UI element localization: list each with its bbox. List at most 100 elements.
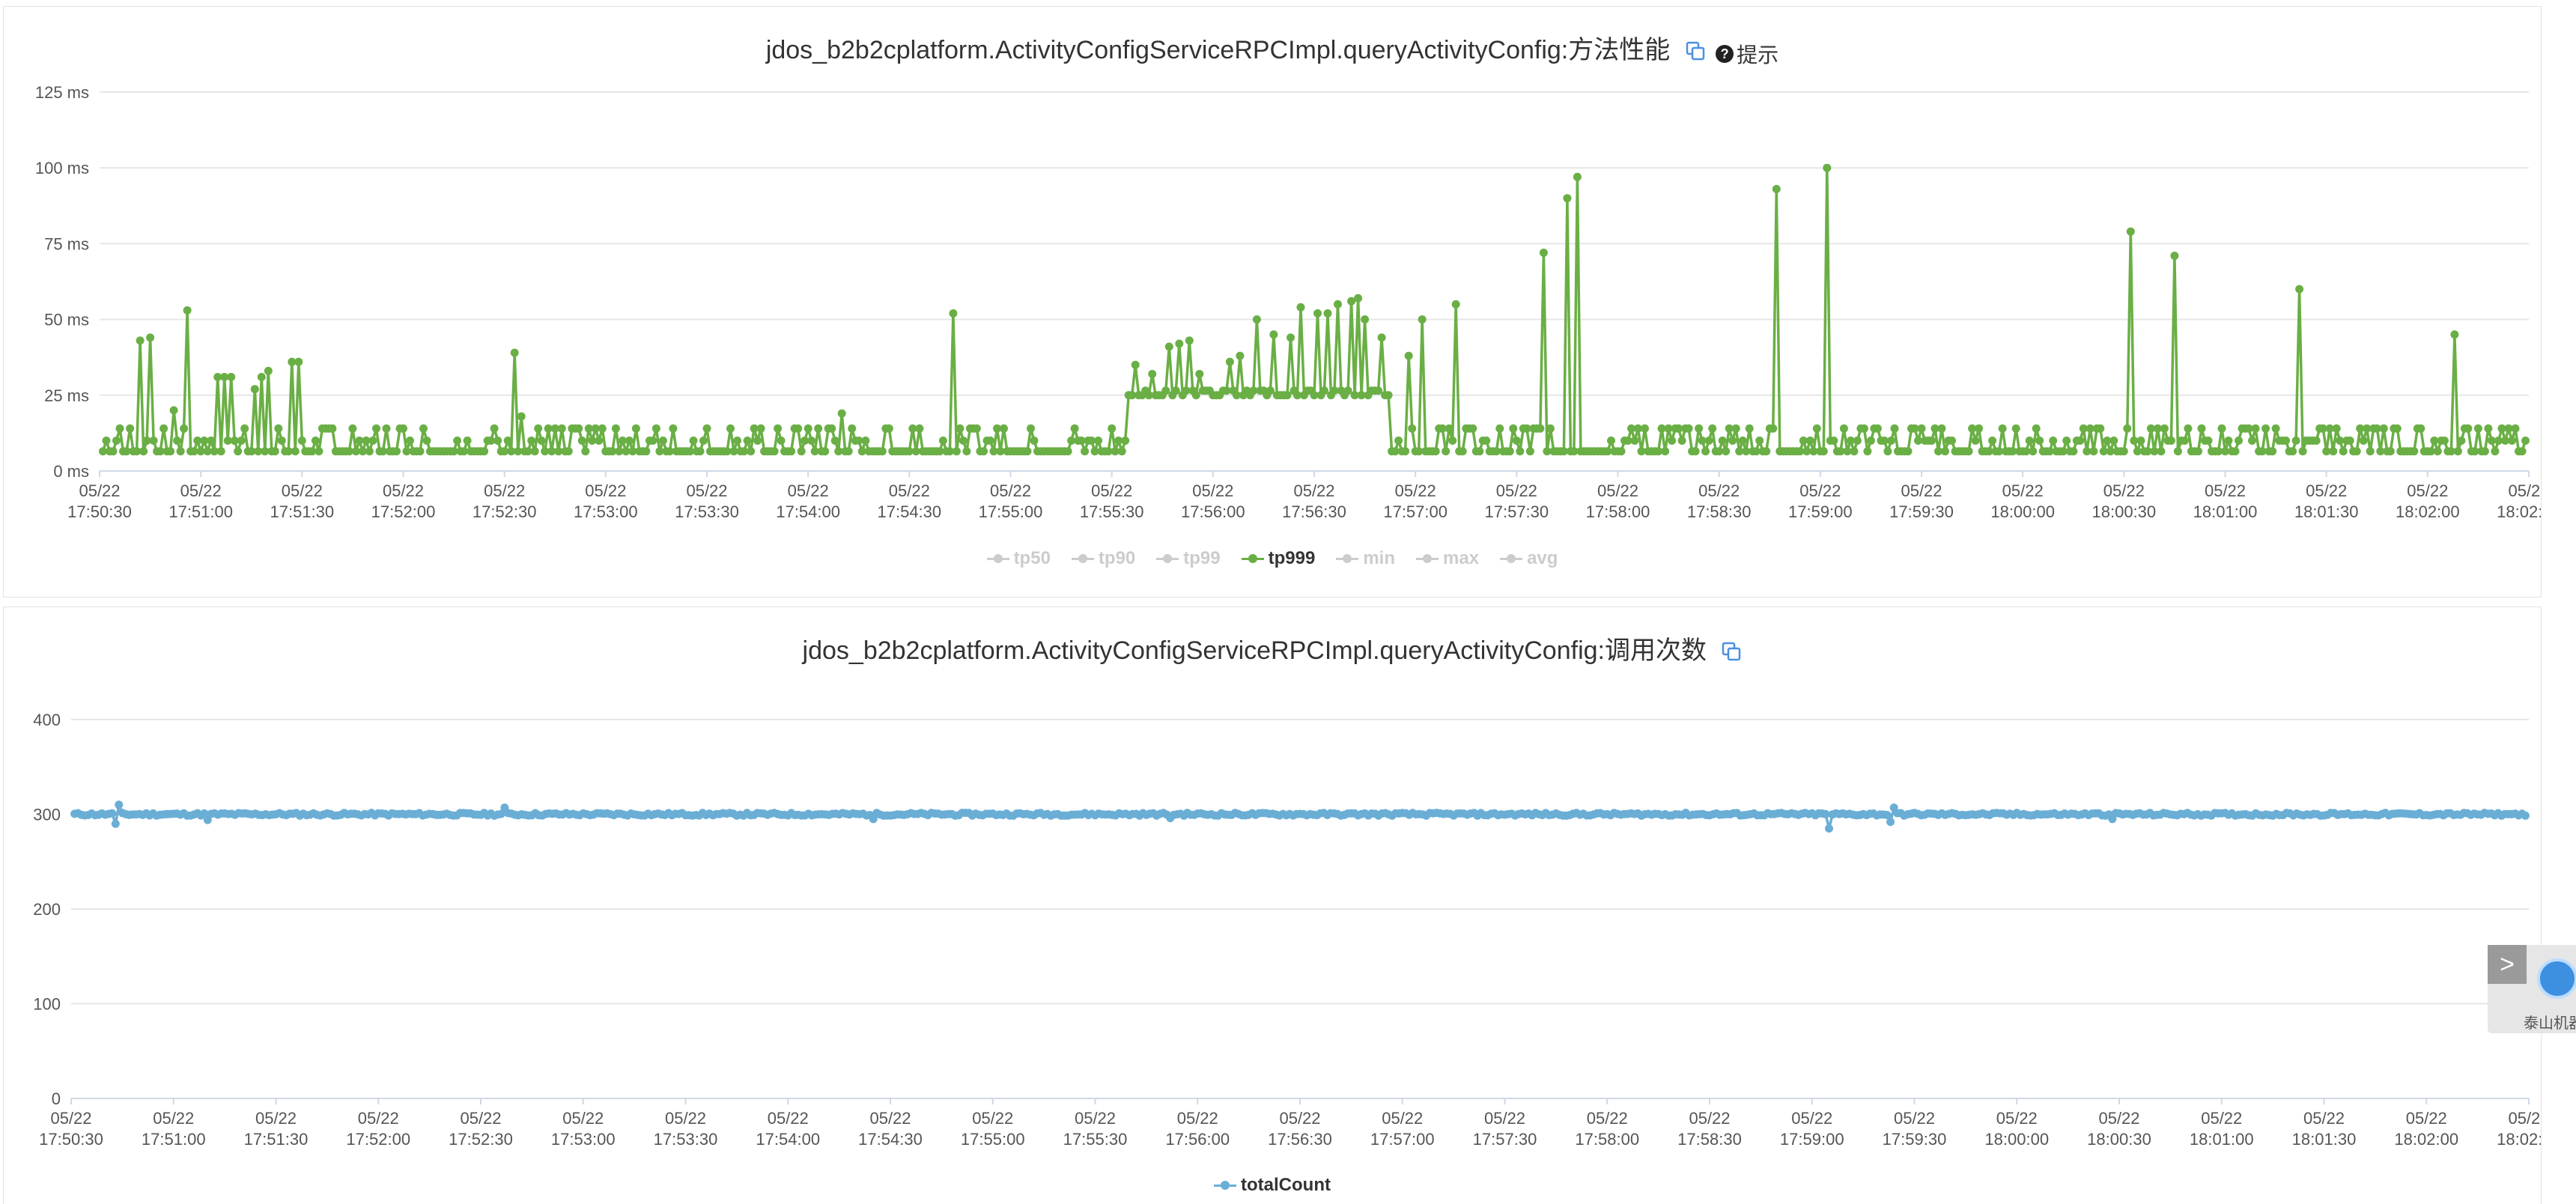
performance-legend: tp50 tp90 tp99 tp999 min max avg	[4, 548, 2541, 569]
legend-label: tp99	[1183, 548, 1221, 568]
data-point	[1252, 315, 1261, 324]
data-point	[315, 447, 323, 456]
data-point	[1937, 424, 1946, 433]
y-tick-label: 100	[33, 995, 61, 1014]
data-point	[382, 424, 391, 433]
data-point	[237, 437, 246, 445]
data-point	[2416, 424, 2425, 433]
legend-marker-icon	[1214, 1180, 1237, 1191]
y-tick-label: 75 ms	[44, 234, 89, 253]
data-point	[264, 366, 273, 375]
data-point	[368, 437, 377, 445]
data-point	[1334, 300, 1342, 308]
data-point	[1401, 447, 1410, 456]
data-point	[878, 447, 887, 456]
legend-item-tp90[interactable]: tp90	[1071, 548, 1135, 569]
x-tick-label: 05/22 17:59:30	[1889, 481, 1954, 521]
data-point	[2386, 447, 2395, 456]
legend-item-min[interactable]: min	[1336, 548, 1395, 569]
data-point	[1641, 424, 1649, 433]
legend-item-tp99[interactable]: tp99	[1156, 548, 1221, 569]
y-tick-label: 125 ms	[35, 83, 89, 102]
data-point	[1287, 333, 1295, 342]
data-point	[884, 424, 893, 433]
data-point	[1964, 447, 1973, 456]
data-point	[1482, 437, 1491, 445]
data-point	[1451, 300, 1460, 308]
expand-arrow-icon[interactable]: >	[2488, 945, 2527, 984]
data-point	[1661, 447, 1670, 456]
data-point	[959, 437, 967, 445]
legend-item-tp999[interactable]: tp999	[1241, 548, 1316, 569]
data-point	[2062, 437, 2071, 445]
x-tick-label: 05/22 18:00:30	[2087, 1109, 2151, 1149]
data-point	[183, 306, 192, 314]
data-point	[1448, 437, 1457, 445]
x-tick-label: 05/22 18:00:00	[1990, 481, 2055, 521]
call-count-legend: totalCount	[4, 1175, 2541, 1196]
data-point	[1505, 447, 1514, 456]
data-point	[2011, 424, 2020, 433]
data-point	[1164, 342, 1173, 351]
data-point	[294, 357, 303, 366]
data-point	[1269, 330, 1278, 339]
x-tick-label: 05/22 18:01:00	[2190, 1109, 2254, 1149]
data-point	[1121, 437, 1130, 445]
data-point	[136, 336, 145, 345]
data-point	[2345, 437, 2354, 445]
data-point	[1070, 424, 1079, 433]
data-point	[2217, 424, 2226, 433]
legend-item-tp50[interactable]: tp50	[986, 548, 1051, 569]
data-point	[733, 437, 742, 445]
data-point	[463, 437, 472, 445]
data-point	[797, 447, 806, 456]
data-point	[2069, 447, 2078, 456]
data-point	[770, 447, 779, 456]
data-point	[2231, 447, 2240, 456]
robot-avatar-icon[interactable]	[2537, 958, 2576, 999]
data-point	[1668, 437, 1677, 445]
data-point	[564, 447, 573, 456]
data-point	[1266, 386, 1275, 395]
data-point	[574, 424, 583, 433]
data-point	[2184, 424, 2193, 433]
legend-item-avg[interactable]: avg	[1500, 548, 1558, 569]
data-point	[1731, 424, 1740, 433]
data-point	[2136, 437, 2145, 445]
data-point	[2332, 424, 2341, 433]
data-point	[149, 437, 158, 445]
legend-item-max[interactable]: max	[1416, 548, 1479, 569]
data-point	[1941, 447, 1949, 456]
data-point	[416, 447, 425, 456]
data-point	[949, 309, 958, 317]
data-point	[510, 348, 519, 357]
data-point	[956, 424, 965, 433]
data-point	[1000, 424, 1008, 433]
x-tick-label: 05/22 17:55:00	[961, 1109, 1025, 1149]
x-tick-label: 05/22 17:53:30	[675, 481, 739, 521]
data-point	[1617, 447, 1626, 456]
legend-label: totalCount	[1241, 1175, 1331, 1195]
data-point	[480, 447, 489, 456]
data-point	[702, 424, 711, 433]
data-point	[227, 373, 236, 381]
data-point	[1850, 447, 1859, 456]
data-point	[631, 424, 640, 433]
data-point	[669, 424, 678, 433]
data-point	[2450, 330, 2459, 339]
x-tick-label: 05/22 17:53:30	[654, 1109, 718, 1149]
data-point	[1886, 818, 1895, 827]
data-point	[1718, 437, 1727, 445]
call-count-line-chart: 0 100 200 300 400 05/22 17:50:30 05/22 17:51:00 0…	[33, 711, 2541, 1149]
series-line	[101, 166, 2527, 453]
x-tick-label: 05/22 17:50:30	[67, 481, 132, 521]
legend-item-totalCount[interactable]: totalCount	[1214, 1175, 1331, 1196]
data-point	[1131, 360, 1140, 369]
y-tick-label: 50 ms	[44, 311, 89, 329]
data-point	[1442, 447, 1450, 456]
data-point	[1890, 424, 1899, 433]
legend-label: avg	[1527, 548, 1558, 568]
data-point	[1108, 424, 1117, 433]
legend-label: tp999	[1268, 548, 1316, 568]
side-assistant-widget[interactable]: > 泰山机器	[2488, 945, 2576, 1033]
